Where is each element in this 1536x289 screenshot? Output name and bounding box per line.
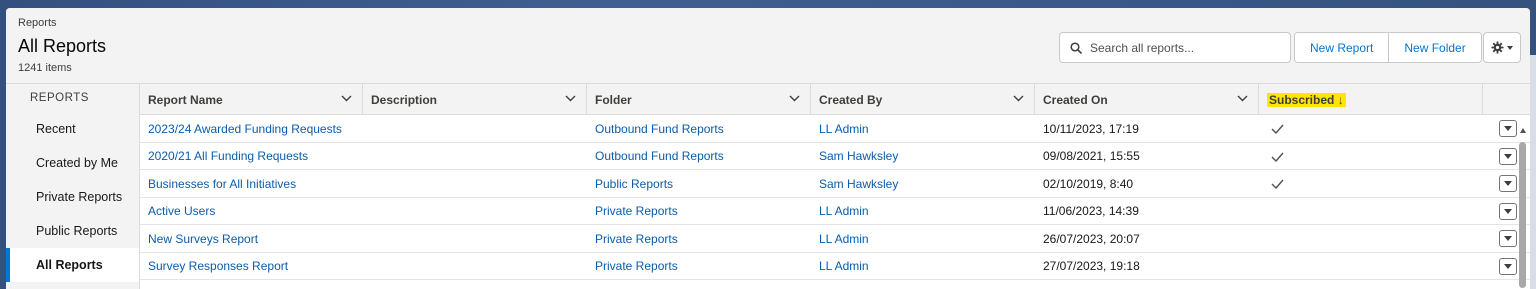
report-description — [363, 170, 371, 197]
search-input[interactable] — [1090, 40, 1280, 55]
created-on-value: 09/08/2021, 15:55 — [1043, 149, 1140, 163]
folder-link[interactable]: Private Reports — [587, 253, 678, 280]
column-label: Subscribed — [1269, 92, 1335, 107]
table-row: Survey Responses Report Private Reports LL… — [140, 253, 1530, 280]
column-header-subscribed[interactable]: Subscribed ↓ — [1259, 84, 1483, 115]
column-header-report-name[interactable]: Report Name — [140, 84, 363, 115]
table-row: New Surveys Report Private Reports LL Admi… — [140, 225, 1530, 253]
subscribed-check-icon — [1271, 152, 1284, 162]
caret-down-icon — [1504, 208, 1512, 214]
report-name-link[interactable]: 2020/21 All Funding Requests — [140, 143, 308, 170]
row-actions-button[interactable] — [1499, 202, 1517, 220]
table-row: Businesses for All Initiatives Public Rep… — [140, 170, 1530, 198]
subscribed-check-icon — [1271, 179, 1284, 189]
new-folder-button[interactable]: New Folder — [1388, 33, 1481, 62]
sidebar-item-recent[interactable]: Recent — [6, 112, 139, 146]
column-header-description[interactable]: Description — [363, 84, 587, 115]
folder-link[interactable]: Public Reports — [587, 170, 673, 197]
created-by-link[interactable]: Sam Hawksley — [811, 170, 898, 197]
report-description — [363, 198, 371, 225]
chevron-down-icon[interactable] — [341, 95, 352, 102]
report-name-link[interactable]: Survey Responses Report — [140, 253, 288, 280]
created-by-link[interactable]: LL Admin — [811, 253, 869, 280]
chevron-down-icon[interactable] — [1237, 95, 1248, 102]
table-row: 2020/21 All Funding Requests Outbound Fun… — [140, 143, 1530, 170]
page-title: All Reports — [18, 36, 107, 56]
search-box[interactable] — [1059, 32, 1291, 63]
created-by-link[interactable]: LL Admin — [811, 225, 869, 252]
folder-link[interactable]: Private Reports — [587, 198, 678, 225]
table-header: Report Name Description Folder Created B… — [140, 84, 1530, 115]
table-row: Active Users Private Reports LL Admin 11/06… — [140, 198, 1530, 225]
created-on-value: 10/11/2023, 17:19 — [1043, 121, 1139, 136]
column-label: Created By — [819, 92, 883, 107]
subscribed-highlight: Subscribed ↓ — [1267, 92, 1346, 107]
reports-panel: Reports All Reports 1241 items New Repor… — [6, 8, 1530, 289]
reports-sidebar: REPORTS Recent Created by Me Private Rep… — [6, 84, 140, 289]
sidebar-item-public-reports[interactable]: Public Reports — [6, 214, 139, 248]
settings-menu-button[interactable] — [1483, 32, 1521, 63]
sidebar-heading: REPORTS — [30, 92, 89, 104]
row-actions-button[interactable] — [1499, 147, 1517, 165]
chevron-down-icon[interactable] — [1013, 95, 1024, 102]
chevron-down-icon[interactable] — [565, 95, 576, 102]
column-label: Report Name — [148, 92, 223, 107]
report-description — [363, 225, 371, 252]
column-label: Description — [371, 92, 438, 107]
chevron-down-icon[interactable] — [789, 95, 800, 102]
created-on-value: 02/10/2019, 8:40 — [1043, 176, 1134, 191]
column-header-folder[interactable]: Folder — [587, 84, 811, 115]
gear-icon — [1491, 41, 1504, 54]
sidebar-item-all-reports[interactable]: All Reports — [6, 248, 139, 282]
caret-down-icon — [1504, 126, 1512, 131]
report-name-link[interactable]: Businesses for All Initiatives — [140, 170, 296, 197]
column-label: Folder — [595, 92, 632, 107]
created-on-value: 26/07/2023, 20:07 — [1043, 231, 1140, 246]
caret-down-icon — [1504, 263, 1512, 269]
caret-down-icon — [1504, 181, 1512, 186]
created-on-value: 11/06/2023, 14:39 — [1043, 204, 1139, 218]
action-button-group: New Report New Folder — [1294, 32, 1482, 63]
row-actions-button[interactable] — [1499, 257, 1517, 275]
breadcrumb[interactable]: Reports — [18, 17, 57, 29]
row-actions-button[interactable] — [1499, 120, 1517, 137]
folder-link[interactable]: Outbound Fund Reports — [587, 115, 724, 142]
folder-link[interactable]: Private Reports — [587, 225, 678, 252]
page-header: Reports All Reports 1241 items New Repor… — [6, 8, 1530, 84]
item-count: 1241 items — [18, 62, 72, 74]
reports-table: Report Name Description Folder Created B… — [140, 84, 1530, 289]
table-row: 2023/24 Awarded Funding Requests Outbound… — [140, 115, 1530, 143]
report-name-link[interactable]: Active Users — [140, 198, 215, 225]
column-header-created-on[interactable]: Created On — [1035, 84, 1259, 115]
sidebar-item-created-by-me[interactable]: Created by Me — [6, 146, 139, 180]
search-icon — [1070, 41, 1082, 54]
scroll-thumb[interactable] — [1519, 142, 1526, 288]
report-description — [363, 115, 371, 142]
sort-descending-icon: ↓ — [1337, 92, 1344, 107]
created-by-link[interactable]: LL Admin — [811, 198, 869, 225]
report-description — [363, 143, 371, 170]
folder-link[interactable]: Outbound Fund Reports — [587, 143, 724, 170]
report-description — [363, 253, 371, 280]
caret-down-icon — [1507, 45, 1513, 50]
caret-down-icon — [1504, 153, 1512, 159]
window-edge — [1530, 55, 1536, 289]
new-report-button[interactable]: New Report — [1295, 33, 1389, 62]
subscribed-check-icon — [1271, 124, 1284, 134]
scroll-up-arrow-icon[interactable] — [1520, 128, 1526, 133]
created-on-value: 27/07/2023, 19:18 — [1043, 259, 1140, 273]
row-actions-button[interactable] — [1499, 230, 1517, 247]
caret-down-icon — [1504, 236, 1512, 241]
report-name-link[interactable]: 2023/24 Awarded Funding Requests — [140, 115, 342, 142]
report-name-link[interactable]: New Surveys Report — [140, 225, 258, 252]
table-scrollbar[interactable] — [1517, 128, 1528, 288]
sidebar-item-private-reports[interactable]: Private Reports — [6, 180, 139, 214]
created-by-link[interactable]: LL Admin — [811, 115, 869, 142]
column-header-created-by[interactable]: Created By — [811, 84, 1035, 115]
row-actions-button[interactable] — [1499, 175, 1517, 192]
created-by-link[interactable]: Sam Hawksley — [811, 143, 898, 170]
column-label: Created On — [1043, 92, 1108, 107]
